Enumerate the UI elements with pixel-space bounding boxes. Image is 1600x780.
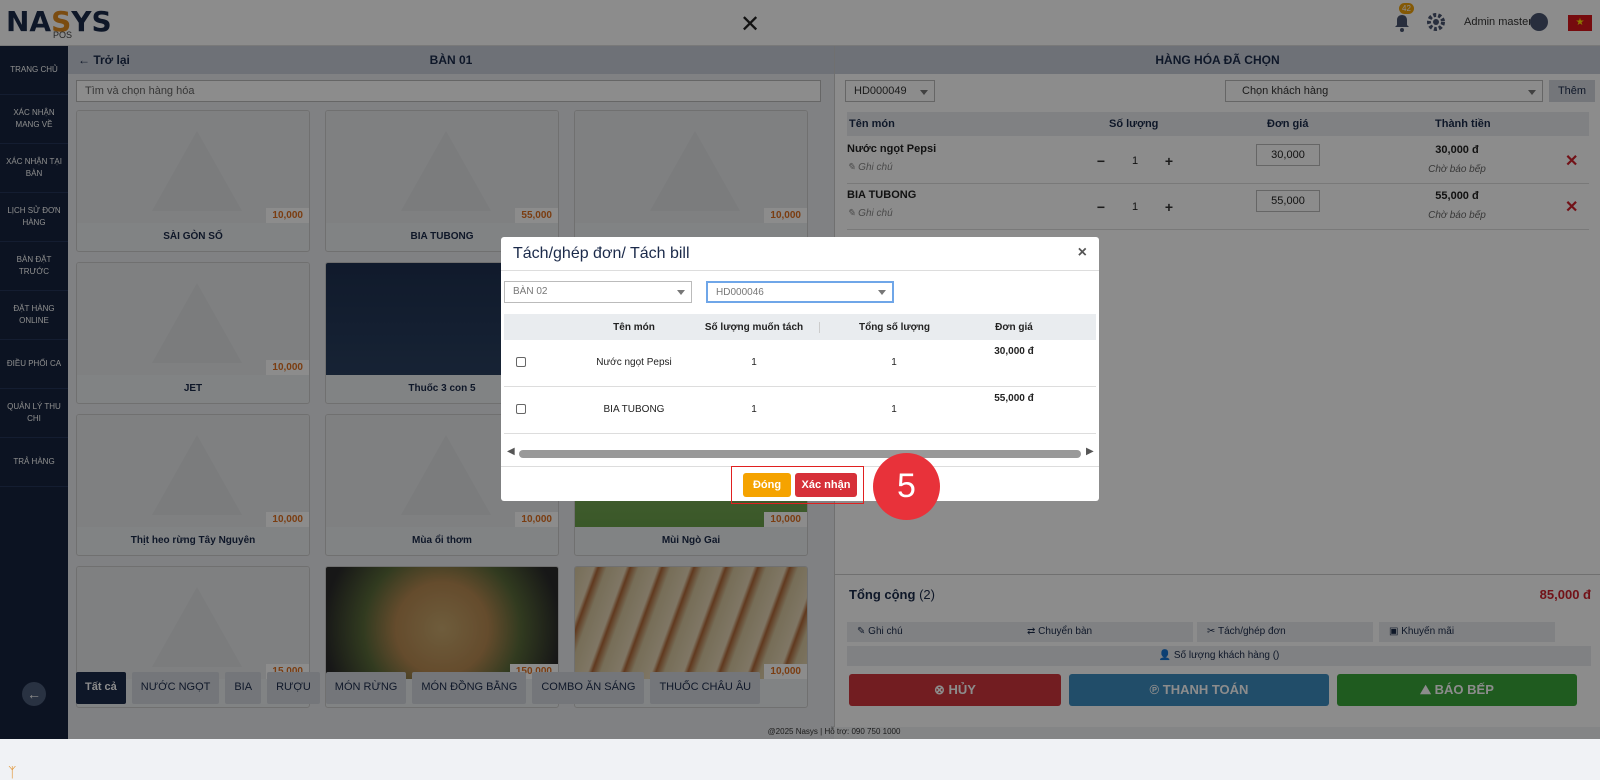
step-number-badge: 5 <box>873 453 940 520</box>
row-checkbox[interactable] <box>516 357 526 367</box>
horizontal-scrollbar[interactable] <box>519 450 1081 458</box>
row-split-qty[interactable]: 1 <box>689 357 819 368</box>
row-split-qty[interactable]: 1 <box>689 404 819 415</box>
target-invoice-select[interactable]: HD000046 <box>706 281 894 303</box>
table-row: BIA TUBONG 1 1 55,000 đ <box>504 387 1096 434</box>
split-bill-modal: Tách/ghép đơn/ Tách bill × BÀN 02 HD0000… <box>501 237 1099 501</box>
target-table-select[interactable]: BÀN 02 <box>504 281 692 303</box>
row-checkbox[interactable] <box>516 404 526 414</box>
row-total-qty: 1 <box>891 404 897 415</box>
col-split-qty: Số lượng muốn tách <box>704 322 804 333</box>
close-icon[interactable]: × <box>1078 244 1087 262</box>
modal-title: Tách/ghép đơn/ Tách bill <box>513 245 690 262</box>
scroll-left-icon[interactable]: ◀ <box>507 446 515 457</box>
confirm-button[interactable]: Xác nhận <box>795 473 857 497</box>
row-price: 55,000 đ <box>994 393 1034 404</box>
col-unit-price: Đơn giá <box>995 322 1033 333</box>
close-button[interactable]: Đóng <box>743 473 791 497</box>
row-name: Nước ngọt Pepsi <box>596 357 672 368</box>
brand-mark-icon: ᛉ <box>8 764 17 780</box>
divider <box>501 270 1099 271</box>
table-row: Nước ngọt Pepsi 1 1 30,000 đ <box>504 340 1096 387</box>
col-total-qty: Tổng số lượng <box>819 322 969 333</box>
col-name: Tên món <box>613 322 655 333</box>
row-price: 30,000 đ <box>994 346 1034 357</box>
scroll-right-icon[interactable]: ▶ <box>1086 446 1094 457</box>
split-items-table: Tên món Số lượng muốn tách Tổng số lượng… <box>504 314 1096 434</box>
row-name: BIA TUBONG <box>603 404 665 415</box>
split-table-header: Tên món Số lượng muốn tách Tổng số lượng… <box>504 314 1096 340</box>
row-total-qty: 1 <box>891 357 897 368</box>
